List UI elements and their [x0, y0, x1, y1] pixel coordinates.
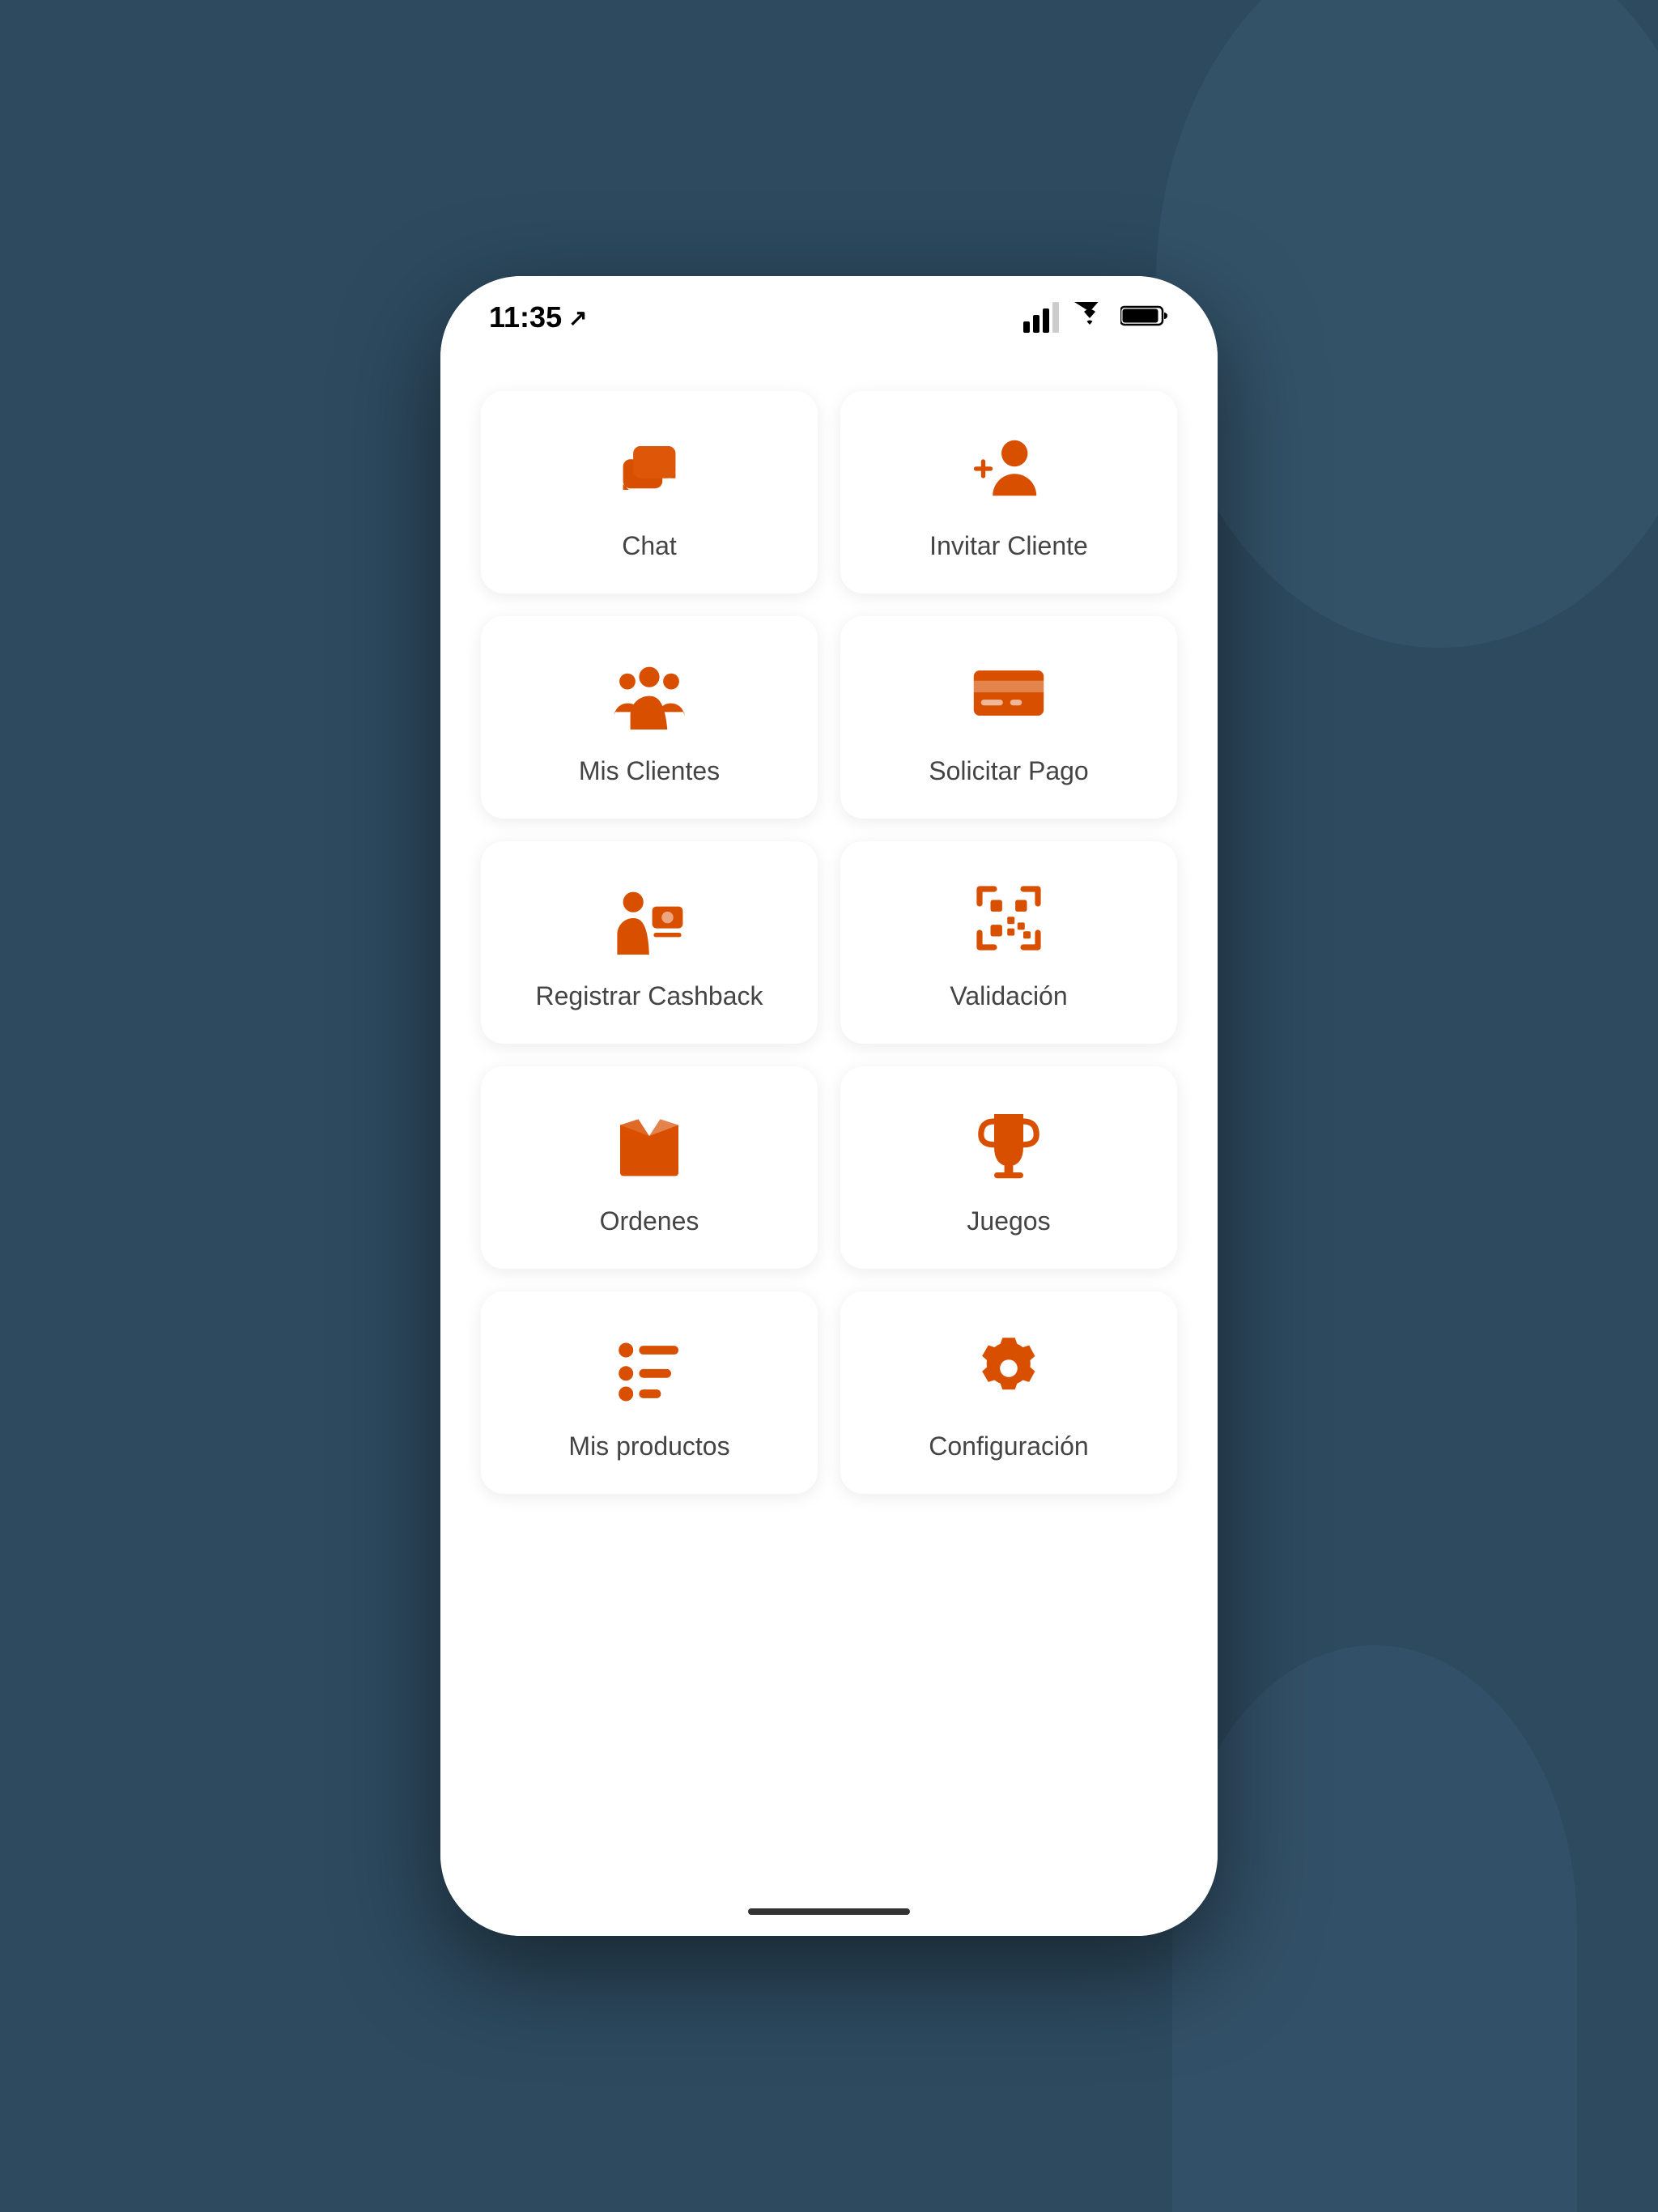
mis-productos-label: Mis productos — [568, 1431, 729, 1461]
battery-icon — [1120, 304, 1169, 332]
box-icon — [613, 1107, 686, 1184]
mis-clientes-label: Mis Clientes — [579, 756, 720, 786]
menu-card-solicitar-pago[interactable]: Solicitar Pago — [840, 616, 1177, 819]
validacion-label: Validación — [950, 981, 1067, 1011]
time-display: 11:35 — [489, 300, 562, 334]
wifi-icon — [1072, 302, 1107, 334]
status-time: 11:35 ↗ — [489, 300, 588, 334]
status-bar: 11:35 ↗ — [440, 276, 1218, 342]
menu-card-mis-clientes[interactable]: Mis Clientes — [481, 616, 818, 819]
trophy-icon — [972, 1107, 1045, 1184]
home-indicator — [440, 1887, 1218, 1936]
group-icon — [613, 657, 686, 734]
juegos-label: Juegos — [967, 1206, 1050, 1236]
registrar-cashback-label: Registrar Cashback — [536, 981, 763, 1011]
chat-label: Chat — [622, 531, 677, 561]
qr-code-icon — [972, 882, 1045, 959]
menu-card-chat[interactable]: Chat — [481, 391, 818, 593]
list-icon — [613, 1332, 686, 1409]
menu-card-mis-productos[interactable]: Mis productos — [481, 1291, 818, 1494]
menu-card-juegos[interactable]: Juegos — [840, 1066, 1177, 1269]
cashback-icon — [613, 882, 686, 959]
phone-screen: 11:35 ↗ — [440, 276, 1218, 1936]
configuracion-label: Configuración — [929, 1431, 1088, 1461]
gear-icon — [972, 1332, 1045, 1409]
add-person-icon — [972, 432, 1045, 508]
menu-grid: Chat Invitar Cliente — [481, 391, 1177, 1494]
menu-card-registrar-cashback[interactable]: Registrar Cashback — [481, 841, 818, 1044]
solicitar-pago-label: Solicitar Pago — [929, 756, 1088, 786]
menu-card-invitar-cliente[interactable]: Invitar Cliente — [840, 391, 1177, 593]
signal-icon — [1023, 302, 1059, 333]
credit-card-icon — [972, 657, 1045, 734]
menu-card-configuracion[interactable]: Configuración — [840, 1291, 1177, 1494]
status-icons — [1023, 302, 1169, 334]
ordenes-label: Ordenes — [600, 1206, 699, 1236]
chat-icon — [613, 432, 686, 508]
content-area: Chat Invitar Cliente — [440, 342, 1218, 1887]
menu-card-ordenes[interactable]: Ordenes — [481, 1066, 818, 1269]
phone-frame: 11:35 ↗ — [440, 276, 1218, 1936]
home-bar — [748, 1908, 910, 1915]
invitar-cliente-label: Invitar Cliente — [929, 531, 1088, 561]
menu-card-validacion[interactable]: Validación — [840, 841, 1177, 1044]
location-icon: ↗ — [568, 304, 587, 331]
